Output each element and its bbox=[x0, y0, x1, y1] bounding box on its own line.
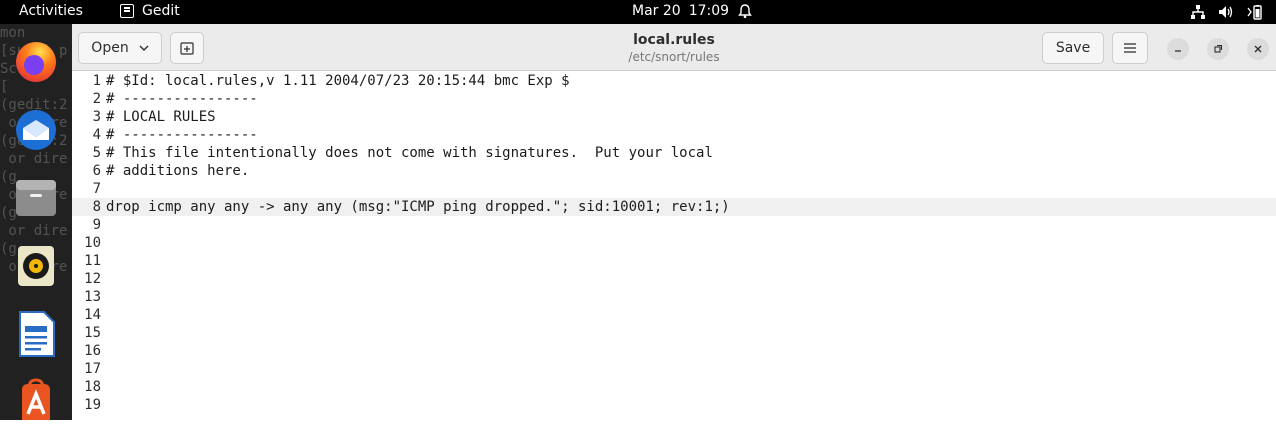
files-icon[interactable] bbox=[12, 174, 60, 222]
editor-line[interactable]: 15 bbox=[72, 324, 1276, 342]
line-number: 10 bbox=[84, 235, 101, 251]
line-number: 14 bbox=[84, 307, 101, 323]
libreoffice-writer-icon[interactable] bbox=[12, 310, 60, 358]
close-button[interactable] bbox=[1247, 38, 1269, 60]
editor-line[interactable]: 12 bbox=[72, 270, 1276, 288]
editor-line[interactable]: 1 # $Id: local.rules,v 1.11 2004/07/23 20… bbox=[72, 72, 1276, 90]
line-number: 19 bbox=[84, 397, 101, 413]
line-number: 5 bbox=[92, 145, 101, 161]
maximize-button[interactable] bbox=[1207, 38, 1229, 60]
bell-icon bbox=[738, 4, 752, 19]
editor-line[interactable]: 4 # ---------------- bbox=[72, 126, 1276, 144]
app-menu[interactable]: Gedit bbox=[120, 3, 180, 19]
hamburger-icon bbox=[1124, 43, 1136, 53]
restore-icon bbox=[1214, 44, 1223, 53]
gedit-window: Open local.rules /etc/snort/rules Save 1… bbox=[72, 24, 1276, 420]
editor-line[interactable]: 17 bbox=[72, 360, 1276, 378]
firefox-icon[interactable] bbox=[12, 38, 60, 86]
line-text[interactable]: # LOCAL RULES bbox=[106, 108, 216, 126]
line-number: 17 bbox=[84, 361, 101, 377]
top-bar: Activities Gedit Mar 20 17:09 bbox=[0, 0, 1276, 24]
clock[interactable]: Mar 20 17:09 bbox=[632, 3, 753, 19]
editor-line[interactable]: 8 drop icmp any any -> any any (msg:"ICMP… bbox=[72, 198, 1276, 216]
minimize-button[interactable] bbox=[1167, 38, 1189, 60]
network-icon bbox=[1191, 5, 1205, 19]
editor-line[interactable]: 9 bbox=[72, 216, 1276, 234]
close-icon bbox=[1254, 45, 1262, 53]
line-number: 7 bbox=[92, 181, 101, 197]
gedit-icon bbox=[120, 4, 134, 18]
battery-icon bbox=[1247, 5, 1262, 20]
header-bar: Open local.rules /etc/snort/rules Save bbox=[72, 24, 1276, 71]
minimize-icon bbox=[1175, 50, 1181, 52]
dock bbox=[0, 24, 72, 420]
editor-line[interactable]: 6 # additions here. bbox=[72, 162, 1276, 180]
line-number: 3 bbox=[92, 109, 101, 125]
editor-line[interactable]: 19 bbox=[72, 396, 1276, 414]
editor-line[interactable]: 10 bbox=[72, 234, 1276, 252]
line-number: 2 bbox=[92, 91, 101, 107]
app-center-icon[interactable] bbox=[12, 378, 60, 426]
editor-line[interactable]: 2 # ---------------- bbox=[72, 90, 1276, 108]
editor-line[interactable]: 18 bbox=[72, 378, 1276, 396]
editor-line[interactable]: 5 # This file intentionally does not come… bbox=[72, 144, 1276, 162]
editor-line[interactable]: 14 bbox=[72, 306, 1276, 324]
text-editor[interactable]: 1 # $Id: local.rules,v 1.11 2004/07/23 20… bbox=[72, 72, 1276, 420]
rhythmbox-icon[interactable] bbox=[12, 242, 60, 290]
line-number: 12 bbox=[84, 271, 101, 287]
activities-button[interactable]: Activities bbox=[19, 3, 83, 19]
line-number: 11 bbox=[84, 253, 101, 269]
line-number: 9 bbox=[92, 217, 101, 233]
line-text[interactable]: # ---------------- bbox=[106, 126, 258, 144]
editor-line[interactable]: 3 # LOCAL RULES bbox=[72, 108, 1276, 126]
line-number: 1 bbox=[92, 73, 101, 89]
line-number: 15 bbox=[84, 325, 101, 341]
editor-line[interactable]: 13 bbox=[72, 288, 1276, 306]
hamburger-menu-button[interactable] bbox=[1112, 32, 1148, 64]
system-tray[interactable] bbox=[1190, 4, 1264, 20]
line-text[interactable]: # ---------------- bbox=[106, 90, 258, 108]
line-number: 18 bbox=[84, 379, 101, 395]
line-number: 16 bbox=[84, 343, 101, 359]
line-number: 6 bbox=[92, 163, 101, 179]
line-text[interactable]: drop icmp any any -> any any (msg:"ICMP … bbox=[106, 198, 730, 216]
editor-line[interactable]: 11 bbox=[72, 252, 1276, 270]
line-number: 13 bbox=[84, 289, 101, 305]
thunderbird-icon[interactable] bbox=[12, 106, 60, 154]
line-text[interactable]: # This file intentionally does not come … bbox=[106, 144, 713, 162]
clock-date: Mar 20 bbox=[632, 3, 681, 19]
line-text[interactable]: # $Id: local.rules,v 1.11 2004/07/23 20:… bbox=[106, 72, 570, 90]
volume-icon bbox=[1219, 6, 1233, 18]
line-number: 4 bbox=[92, 127, 101, 143]
app-name: Gedit bbox=[142, 3, 180, 19]
editor-line[interactable]: 16 bbox=[72, 342, 1276, 360]
editor-line[interactable]: 7 bbox=[72, 180, 1276, 198]
save-button[interactable]: Save bbox=[1042, 32, 1104, 64]
line-number: 8 bbox=[92, 199, 101, 215]
clock-time: 17:09 bbox=[688, 3, 730, 19]
save-button-label: Save bbox=[1055, 40, 1091, 56]
line-text[interactable]: # additions here. bbox=[106, 162, 249, 180]
